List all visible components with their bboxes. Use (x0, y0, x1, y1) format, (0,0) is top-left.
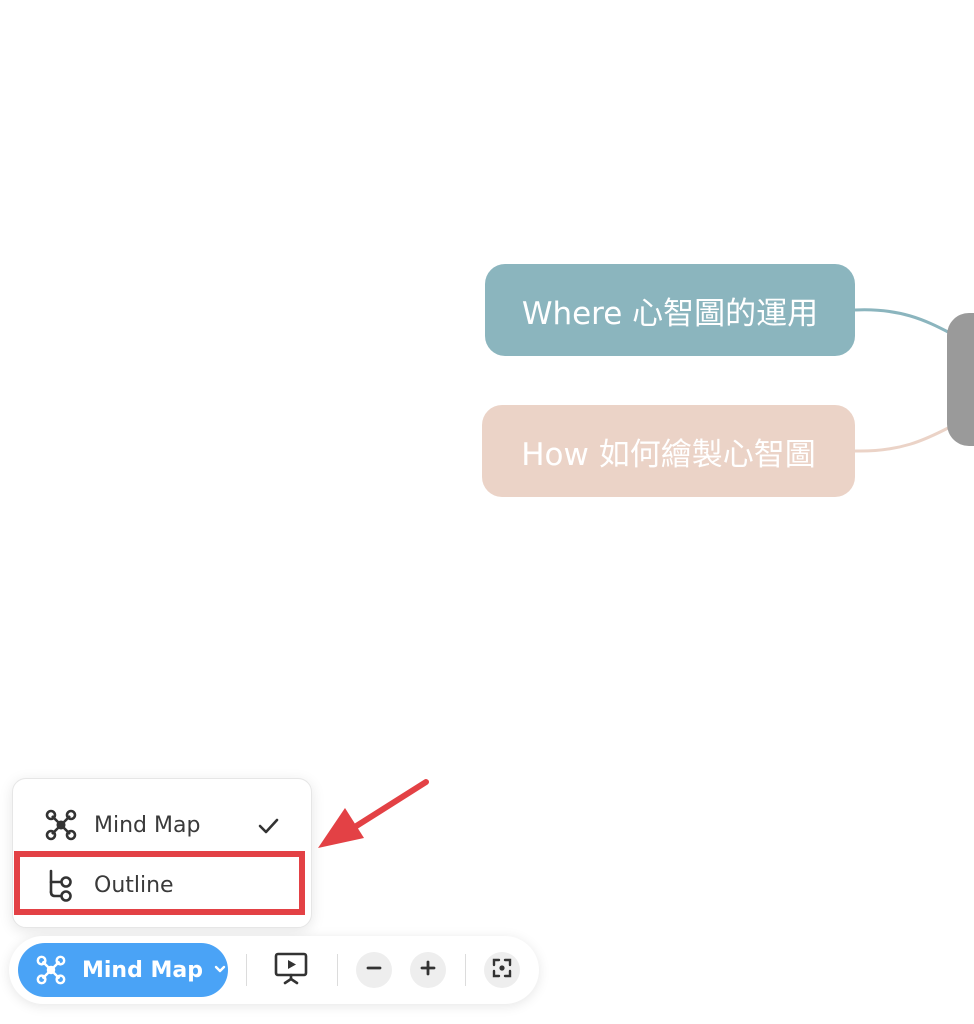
zoom-out-button[interactable] (356, 952, 392, 988)
view-mode-menu: Mind Map Outline (12, 778, 312, 928)
toolbar-divider (337, 954, 338, 986)
chevron-down-icon (213, 961, 227, 980)
check-icon (257, 815, 279, 837)
bottom-toolbar: Mind Map (9, 936, 539, 1004)
connector-where (854, 308, 951, 335)
presentation-button[interactable] (271, 950, 311, 990)
view-mode-button[interactable]: Mind Map (18, 943, 228, 997)
mindmap-icon (34, 953, 68, 987)
toolbar-divider (246, 954, 247, 986)
topic-node-how[interactable]: How 如何繪製心智圖 (482, 405, 855, 497)
toolbar-divider (465, 954, 466, 986)
connector-how (854, 425, 951, 453)
menu-item-outline-label: Outline (94, 872, 174, 898)
outline-icon (43, 867, 79, 903)
menu-item-outline[interactable]: Outline (13, 857, 311, 913)
mindmap-canvas[interactable]: Where 心智圖的運用 How 如何繪製心智圖 Mind Map Outlin… (0, 0, 974, 1024)
plus-icon (419, 959, 437, 981)
focus-icon (491, 957, 513, 983)
mindmap-icon (43, 807, 79, 843)
topic-node-where-label: Where 心智圖的運用 (521, 295, 819, 332)
fit-view-button[interactable] (484, 952, 520, 988)
view-mode-label: Mind Map (82, 957, 203, 983)
topic-node-how-label: How 如何繪製心智圖 (521, 436, 816, 473)
presentation-icon (272, 949, 310, 991)
topic-node-where[interactable]: Where 心智圖的運用 (485, 264, 855, 356)
central-topic-node[interactable] (947, 313, 974, 446)
menu-item-mind-map-label: Mind Map (94, 812, 201, 838)
minus-icon (365, 959, 383, 981)
zoom-in-button[interactable] (410, 952, 446, 988)
menu-item-mind-map[interactable]: Mind Map (13, 797, 311, 853)
